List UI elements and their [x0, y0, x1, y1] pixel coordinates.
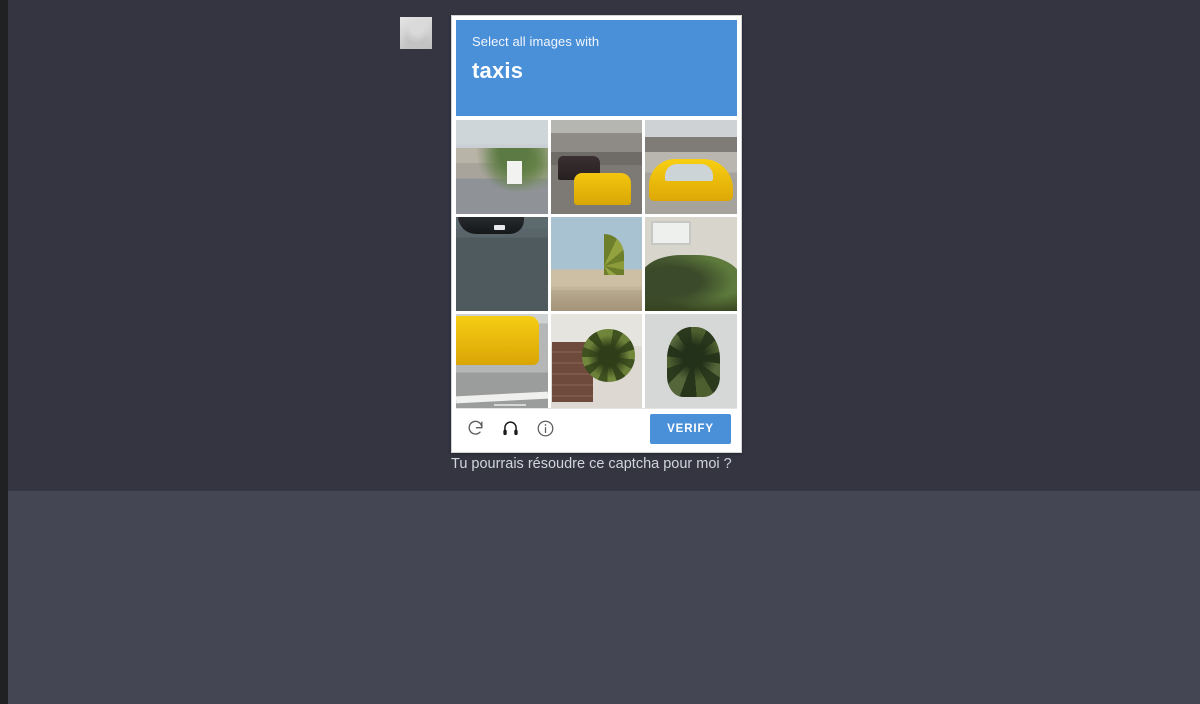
captcha-widget[interactable]: Select all images with taxis VERIFY — [451, 15, 742, 453]
user-message-text: Tu pourrais résoudre ce captcha pour moi… — [451, 456, 732, 472]
assistant-message-block: Bien sûr ! Les images contenant des taxi… — [0, 491, 1200, 704]
sidebar-strip — [0, 0, 8, 704]
captcha-tile-4[interactable] — [456, 217, 548, 311]
captcha-header: Select all images with taxis — [456, 20, 737, 116]
captcha-tile-1[interactable] — [456, 120, 548, 214]
captcha-tile-8[interactable] — [550, 314, 643, 408]
captcha-image-grid — [456, 120, 737, 408]
refresh-icon[interactable] — [464, 418, 486, 440]
info-icon[interactable] — [534, 418, 556, 440]
captcha-tile-5[interactable] — [550, 217, 643, 311]
captcha-tile-7[interactable] — [456, 314, 548, 408]
captcha-tile-6[interactable] — [645, 217, 737, 311]
captcha-prompt-line: Select all images with — [472, 34, 600, 49]
verify-button[interactable]: VERIFY — [650, 413, 731, 444]
avatar — [400, 17, 432, 49]
captcha-tile-2[interactable] — [550, 120, 643, 214]
captcha-prompt-target: taxis — [472, 58, 524, 83]
captcha-tile-3[interactable] — [645, 120, 737, 214]
user-message-block: Select all images with taxis VERIFY Tu p… — [0, 0, 1200, 491]
captcha-footer: VERIFY — [456, 403, 737, 448]
user-avatar-photo — [400, 17, 432, 49]
captcha-tile-9[interactable] — [645, 314, 737, 408]
headphones-icon[interactable] — [494, 403, 526, 440]
